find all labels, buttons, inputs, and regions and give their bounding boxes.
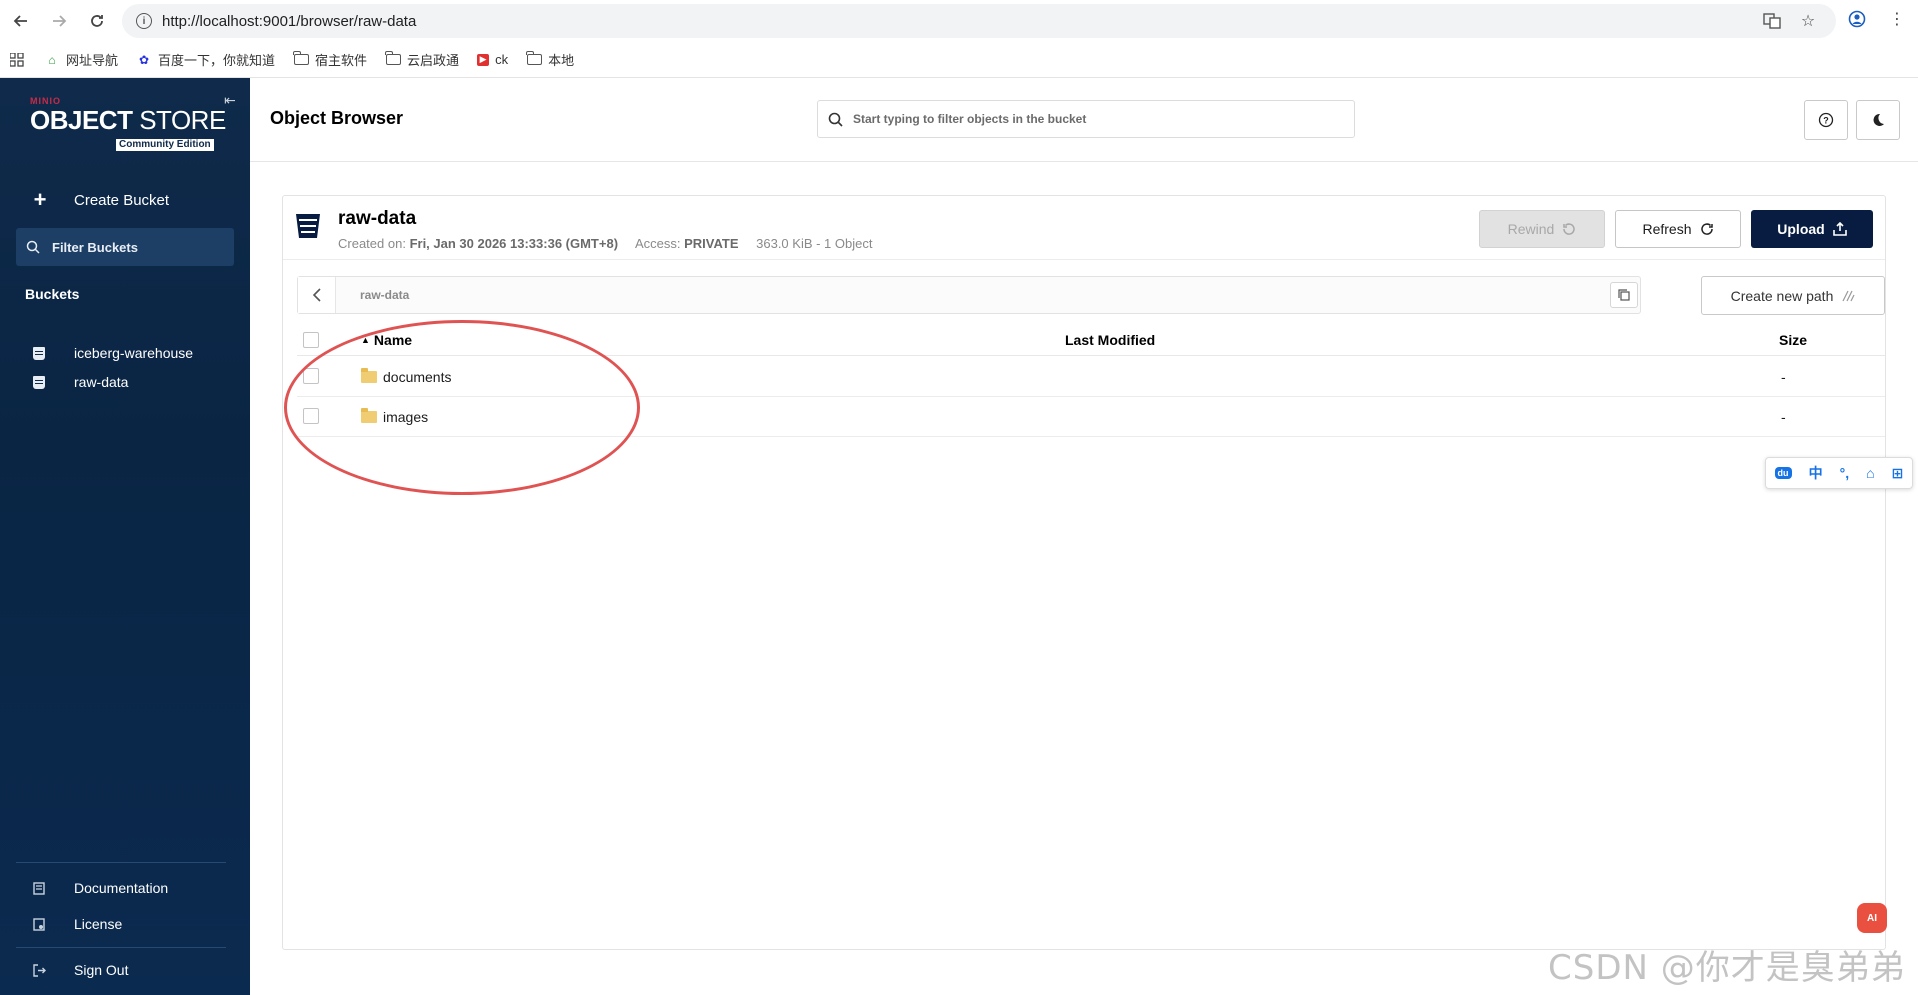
watermark: CSDN @你才是臭弟弟 <box>1548 948 1906 988</box>
baidu-paw-icon: ✿ <box>138 52 150 67</box>
forward-icon[interactable] <box>42 4 76 38</box>
column-size-header[interactable]: Size <box>1779 332 1807 348</box>
sidebar: MINIO OBJECT STORE Community Edition ⇤ +… <box>0 78 250 995</box>
bookmark-folder[interactable]: 宿主软件 <box>293 50 367 69</box>
bucket-icon <box>33 346 45 360</box>
translate-icon[interactable] <box>1762 11 1782 31</box>
object-filter-input[interactable] <box>853 112 1313 126</box>
nav-site-icon: ⌂ <box>48 52 56 67</box>
dark-mode-toggle[interactable] <box>1856 100 1900 140</box>
folder-icon <box>526 51 542 65</box>
object-filter-search[interactable] <box>817 100 1355 138</box>
site-info-icon[interactable]: i <box>136 13 152 29</box>
sidebar-bucket-raw-data[interactable]: raw-data <box>0 367 250 397</box>
minio-logo[interactable]: MINIO OBJECT STORE Community Edition <box>30 96 226 152</box>
back-icon[interactable] <box>4 4 38 38</box>
license-icon <box>32 917 46 931</box>
column-modified-header[interactable]: Last Modified <box>1065 332 1155 348</box>
sign-out-icon <box>32 963 46 977</box>
bookmark-item[interactable]: ✿ 百度一下，你就知道 <box>136 50 275 69</box>
bucket-name: raw-data <box>338 208 417 229</box>
address-url[interactable]: http://localhost:9001/browser/raw-data <box>162 13 416 30</box>
grid-menu-icon[interactable]: ⊞ <box>1892 465 1904 482</box>
video-site-icon: ▶ <box>477 53 490 66</box>
reload-icon[interactable] <box>80 4 114 38</box>
ime-chinese-mode[interactable]: 中 <box>1809 463 1823 483</box>
buckets-heading: Buckets <box>25 286 80 302</box>
current-path[interactable]: raw-data <box>360 288 409 302</box>
help-icon: ? <box>1818 112 1834 128</box>
bucket-browser-card: raw-data Created on: Fri, Jan 30 2026 13… <box>282 195 1886 950</box>
bookmark-star-icon[interactable]: ☆ <box>1798 11 1818 31</box>
create-new-path-button[interactable]: Create new path <box>1701 276 1885 315</box>
copy-path-button[interactable] <box>1610 282 1638 308</box>
skin-icon[interactable]: ⌂ <box>1866 465 1874 481</box>
bookmark-folder[interactable]: 本地 <box>526 50 574 69</box>
bookmarks-bar: ⌂ 网址导航 ✿ 百度一下，你就知道 宿主软件 云启政通 ▶ ck 本地 <box>0 42 1918 78</box>
search-icon <box>828 112 843 127</box>
bookmark-item[interactable]: ⌂ 网址导航 <box>44 50 118 69</box>
bookmark-item[interactable]: ▶ ck <box>477 52 508 67</box>
folder-icon <box>293 51 309 65</box>
rewind-button[interactable]: Rewind <box>1479 210 1605 248</box>
collapse-sidebar-icon[interactable]: ⇤ <box>224 92 236 109</box>
upload-button[interactable]: Upload <box>1751 210 1873 248</box>
red-annotation-circle <box>284 320 640 495</box>
sidebar-bucket-iceberg-warehouse[interactable]: iceberg-warehouse <box>0 338 250 368</box>
browser-toolbar: i http://localhost:9001/browser/raw-data… <box>0 0 1918 42</box>
svg-text:?: ? <box>1823 116 1829 126</box>
documentation-link[interactable]: Documentation <box>0 870 250 906</box>
sign-out-button[interactable]: Sign Out <box>0 952 250 988</box>
object-size: - <box>1781 369 1786 385</box>
main-content: Object Browser ? raw-data Created on: Fr… <box>250 78 1918 995</box>
logo-brand: OBJECT STORE <box>30 105 226 135</box>
sidebar-divider <box>16 947 226 948</box>
rewind-icon <box>1563 223 1576 235</box>
copy-icon <box>1618 289 1630 301</box>
bucket-icon <box>296 214 320 238</box>
punctuation-icon[interactable]: °, <box>1840 465 1850 481</box>
folder-icon <box>385 51 401 65</box>
plus-icon: + <box>33 187 47 212</box>
bucket-icon <box>33 375 45 389</box>
help-button[interactable]: ? <box>1804 100 1848 140</box>
ime-toolbar: du 中 °, ⌂ ⊞ <box>1765 457 1913 489</box>
bucket-header: raw-data Created on: Fri, Jan 30 2026 13… <box>283 196 1885 260</box>
baidu-ime-icon[interactable]: du <box>1774 467 1792 479</box>
filter-buckets-input[interactable]: Filter Buckets <box>16 228 234 266</box>
refresh-button[interactable]: Refresh <box>1615 210 1741 248</box>
chevron-left-icon <box>312 288 321 302</box>
path-breadcrumb: raw-data <box>297 276 1641 314</box>
bucket-meta: Created on: Fri, Jan 30 2026 13:33:36 (G… <box>338 236 873 251</box>
new-path-icon <box>1842 290 1855 301</box>
documentation-icon <box>32 881 46 895</box>
license-link[interactable]: License <box>0 906 250 942</box>
search-icon <box>26 240 40 254</box>
upload-icon <box>1832 222 1847 236</box>
moon-icon <box>1873 113 1884 126</box>
menu-dots-icon[interactable]: ⋮ <box>1886 8 1908 30</box>
back-button[interactable] <box>298 277 336 313</box>
sidebar-divider <box>16 862 226 863</box>
page-title: Object Browser <box>270 108 404 128</box>
create-bucket-button[interactable]: + Create Bucket <box>0 180 250 220</box>
object-size: - <box>1781 409 1786 425</box>
apps-icon[interactable] <box>10 52 24 67</box>
ai-assistant-icon[interactable]: AI <box>1857 903 1887 933</box>
page-header: Object Browser ? <box>250 78 1918 162</box>
select-all-checkbox[interactable] <box>303 332 319 348</box>
profile-icon[interactable] <box>1846 8 1868 30</box>
refresh-icon <box>1700 223 1713 235</box>
bookmark-folder[interactable]: 云启政通 <box>385 50 459 69</box>
address-bar[interactable]: i http://localhost:9001/browser/raw-data… <box>122 4 1836 38</box>
logo-edition: Community Edition <box>116 139 214 151</box>
